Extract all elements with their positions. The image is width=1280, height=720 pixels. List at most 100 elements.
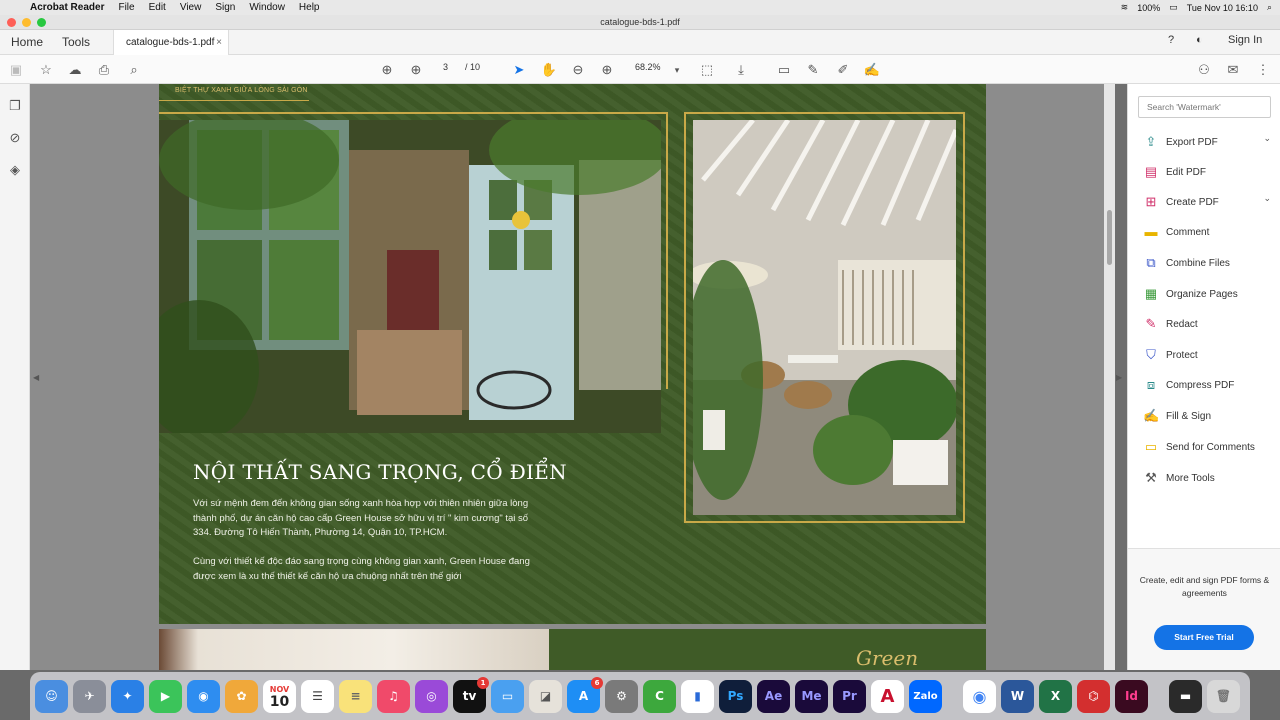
tool-protect[interactable]: ⛉ Protect [1143, 345, 1273, 365]
more-options-icon[interactable]: ⋮ [1254, 61, 1272, 79]
start-free-trial-button[interactable]: Start Free Trial [1154, 625, 1254, 650]
menu-help[interactable]: Help [299, 2, 320, 13]
tab-tools[interactable]: Tools [62, 35, 90, 49]
highlight-pen-icon[interactable]: ✎ [804, 61, 822, 79]
upload-cloud-icon[interactable]: ☁ [66, 61, 84, 79]
vertical-scrollbar-thumb[interactable] [1107, 210, 1112, 265]
previous-page-icon[interactable]: ⊕ [378, 61, 396, 79]
save-icon[interactable]: ▣ [7, 61, 25, 79]
wifi-icon[interactable]: ≋ [1121, 2, 1129, 13]
menu-view[interactable]: View [180, 2, 202, 13]
gold-rule [159, 112, 668, 114]
page-number-input[interactable]: 3 [443, 62, 448, 72]
launchpad-icon[interactable]: ✈ [73, 680, 106, 713]
search-zoom-icon[interactable]: ⌕ [125, 61, 143, 79]
page-fit-icon[interactable]: ⬚ [698, 61, 716, 79]
podcasts-icon[interactable]: ◎ [415, 680, 448, 713]
menu-edit[interactable]: Edit [149, 2, 166, 13]
tool-redact[interactable]: ✎ Redact [1143, 314, 1273, 334]
collapse-right-panel-icon[interactable]: ▶ [1116, 373, 1122, 382]
patio-photo [693, 120, 956, 515]
select-tool-icon[interactable]: ➤ [510, 61, 528, 79]
tools-search-input[interactable] [1138, 96, 1271, 118]
photos-icon[interactable]: ✿ [225, 680, 258, 713]
clock[interactable]: Tue Nov 10 16:10 [1187, 3, 1258, 13]
zoom-out-icon[interactable]: ⊖ [569, 61, 587, 79]
reminders-icon[interactable]: ☰ [301, 680, 334, 713]
scroll-mode-icon[interactable]: ⤓ [732, 61, 750, 79]
keynote-icon[interactable]: ▭ [491, 680, 524, 713]
menu-sign[interactable]: Sign [215, 2, 235, 13]
tool-export-pdf[interactable]: ⇪ Export PDF ⌄ [1143, 132, 1273, 152]
app-store-icon[interactable]: A6 [567, 677, 603, 713]
excel-icon[interactable]: X [1039, 680, 1072, 713]
trash-icon[interactable]: 🗑 [1207, 680, 1240, 713]
tool-organize-pages[interactable]: ▦ Organize Pages [1143, 284, 1273, 304]
page-thumbnails-icon[interactable]: ❐ [7, 98, 23, 114]
battery-icon[interactable]: ▭ [1169, 2, 1178, 13]
tab-document[interactable]: catalogue-bds-1.pdf × [113, 30, 229, 55]
zoom-in-icon[interactable]: ⊕ [598, 61, 616, 79]
bell-icon[interactable]: ◐ [1196, 34, 1203, 46]
tool-fill-sign[interactable]: ✍ Fill & Sign [1143, 406, 1273, 426]
zalo-icon[interactable]: Zalo [909, 680, 942, 713]
chevron-down-icon[interactable]: ⌄ [1263, 133, 1271, 144]
star-icon[interactable]: ☆ [37, 61, 55, 79]
calendar-icon[interactable]: NOV 10 [263, 680, 296, 713]
help-icon[interactable]: ? [1168, 34, 1174, 46]
hand-tool-icon[interactable]: ✋ [540, 61, 558, 79]
facetime-icon[interactable]: ▶ [149, 680, 182, 713]
camtasia-icon[interactable]: C [643, 680, 676, 713]
menu-app-name[interactable]: Acrobat Reader [30, 2, 104, 13]
tool-comment[interactable]: ▬ Comment [1143, 222, 1273, 242]
finder-icon[interactable]: ☺ [35, 680, 68, 713]
safari-icon[interactable]: ✦ [111, 680, 144, 713]
chrome-icon[interactable]: ◉ [963, 680, 996, 713]
tool-send-for-comments[interactable]: ▭ Send for Comments [1143, 437, 1273, 457]
organize-pages-icon: ▦ [1144, 286, 1158, 301]
collapse-left-panel-icon[interactable]: ◀ [33, 373, 39, 382]
email-icon[interactable]: ✉ [1224, 61, 1242, 79]
music-icon[interactable]: ♫ [377, 680, 410, 713]
system-preferences-icon[interactable]: ⚙ [605, 680, 638, 713]
draw-icon[interactable]: ✐ [834, 61, 852, 79]
apple-tv-icon[interactable]: tv 1 [453, 677, 489, 713]
close-tab-icon[interactable]: × [216, 37, 222, 48]
downloads-stack-icon[interactable]: ▬ [1169, 680, 1202, 713]
tab-home[interactable]: Home [11, 35, 43, 49]
chevron-down-icon[interactable]: ⌄ [1263, 193, 1271, 204]
photoshop-icon[interactable]: Ps [719, 680, 752, 713]
share-link-icon[interactable]: ⚇ [1195, 61, 1213, 79]
layers-icon[interactable]: ◈ [7, 162, 23, 178]
spotlight-icon[interactable]: ⌕ [1267, 2, 1272, 13]
print-icon[interactable]: ⎙ [95, 61, 113, 79]
word-icon[interactable]: W [1001, 680, 1034, 713]
tool-edit-pdf[interactable]: ▤ Edit PDF [1143, 162, 1273, 182]
zoom-dropdown-icon[interactable]: ▾ [668, 61, 686, 79]
sign-in-link[interactable]: Sign In [1228, 34, 1262, 46]
tool-compress-pdf[interactable]: ⧈ Compress PDF [1143, 375, 1273, 395]
vertical-scrollbar-track[interactable] [1104, 84, 1115, 670]
messages-icon[interactable]: ◉ [187, 680, 220, 713]
media-encoder-icon[interactable]: Me [795, 680, 828, 713]
window-titlebar: catalogue-bds-1.pdf [0, 15, 1280, 30]
indesign-icon[interactable]: Id [1115, 680, 1148, 713]
tool-more-tools[interactable]: ⚒ More Tools [1143, 468, 1273, 488]
premiere-icon[interactable]: Pr [833, 680, 866, 713]
numbers-icon[interactable]: ▮ [681, 680, 714, 713]
preview-icon[interactable]: ◪ [529, 680, 562, 713]
tool-combine-files[interactable]: ⧉ Combine Files [1143, 253, 1273, 273]
after-effects-icon[interactable]: Ae [757, 680, 790, 713]
battery-level[interactable]: 100% [1137, 3, 1160, 13]
acrobat-icon[interactable]: ⌬ [1077, 680, 1110, 713]
fill-sign-icon[interactable]: ✍ [863, 61, 881, 79]
menu-file[interactable]: File [118, 2, 134, 13]
zoom-level-select[interactable]: 68.2% [635, 62, 661, 72]
attachments-icon[interactable]: ⊘ [7, 130, 23, 146]
menu-window[interactable]: Window [249, 2, 285, 13]
comment-icon[interactable]: ▭ [775, 61, 793, 79]
notes-icon[interactable]: ≡ [339, 680, 372, 713]
autocad-icon[interactable]: A [871, 680, 904, 713]
tool-create-pdf[interactable]: ⊞ Create PDF ⌄ [1143, 192, 1273, 212]
next-page-icon[interactable]: ⊕ [407, 61, 425, 79]
